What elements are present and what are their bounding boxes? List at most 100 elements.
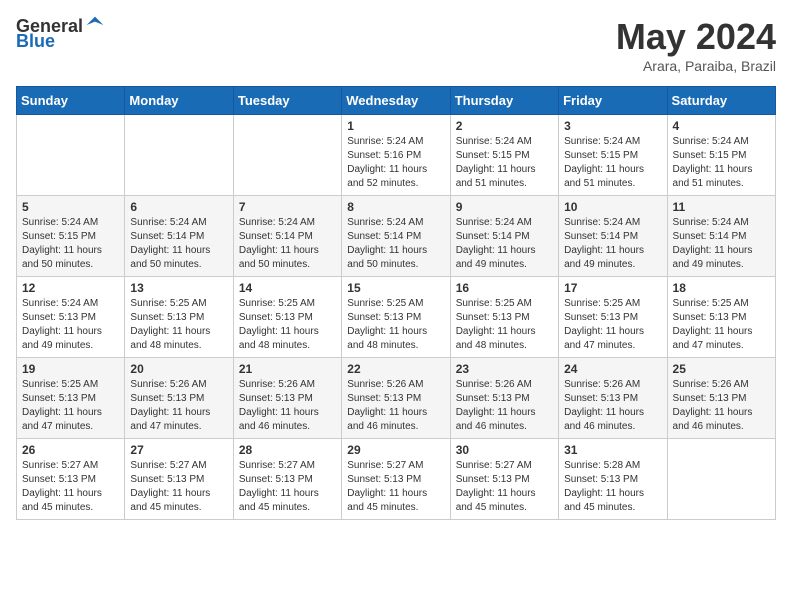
calendar-cell: 30 Sunrise: 5:27 AM Sunset: 5:13 PM Dayli… xyxy=(450,439,558,520)
month-title: May 2024 xyxy=(616,16,776,58)
calendar-cell: 22Sunrise: 5:26 AM Sunset: 5:13 PM Dayli… xyxy=(342,358,450,439)
day-number: 6 xyxy=(130,200,227,214)
calendar-cell: 18 Sunrise: 5:25 AM Sunset: 5:13 PM Dayli… xyxy=(667,277,775,358)
day-number: 30 xyxy=(456,443,553,457)
day-info: Sunrise: 5:27 AM Sunset: 5:13 PM Dayligh… xyxy=(239,459,336,515)
day-info: Sunrise: 5:24 AM Sunset: 5:15 PM Dayligh… xyxy=(456,135,553,191)
day-info: Sunrise: 5:28 AM Sunset: 5:13 PM Dayligh… xyxy=(564,459,661,515)
day-number: 9 xyxy=(456,200,553,214)
day-info: Sunrise: 5:26 AM Sunset: 5:13 PM Dayligh… xyxy=(239,378,336,434)
logo-blue: Blue xyxy=(16,31,55,52)
day-number: 11 xyxy=(673,200,770,214)
day-number: 7 xyxy=(239,200,336,214)
title-block: May 2024 Arara, Paraiba, Brazil xyxy=(616,16,776,74)
calendar-day-header: Thursday xyxy=(450,87,558,115)
day-number: 13 xyxy=(130,281,227,295)
calendar-cell: 7 Sunrise: 5:24 AM Sunset: 5:14 PM Daylig… xyxy=(233,196,341,277)
day-info: Sunrise: 5:27 AM Sunset: 5:13 PM Dayligh… xyxy=(456,459,553,515)
day-info: Sunrise: 5:25 AM Sunset: 5:13 PM Dayligh… xyxy=(22,378,119,434)
day-info: Sunrise: 5:24 AM Sunset: 5:15 PM Dayligh… xyxy=(673,135,770,191)
day-info: Sunrise: 5:24 AM Sunset: 5:14 PM Dayligh… xyxy=(564,216,661,272)
calendar-cell xyxy=(233,115,341,196)
day-info: Sunrise: 5:24 AM Sunset: 5:13 PM Dayligh… xyxy=(22,297,119,353)
calendar-cell: 25Sunrise: 5:26 AM Sunset: 5:13 PM Dayli… xyxy=(667,358,775,439)
calendar-cell: 6Sunrise: 5:24 AM Sunset: 5:14 PM Daylig… xyxy=(125,196,233,277)
logo-icon xyxy=(85,15,105,35)
calendar-cell: 17 Sunrise: 5:25 AM Sunset: 5:13 PM Dayli… xyxy=(559,277,667,358)
calendar-cell: 3 Sunrise: 5:24 AM Sunset: 5:15 PM Daylig… xyxy=(559,115,667,196)
day-info: Sunrise: 5:26 AM Sunset: 5:13 PM Dayligh… xyxy=(673,378,770,434)
day-number: 12 xyxy=(22,281,119,295)
calendar-day-header: Monday xyxy=(125,87,233,115)
day-number: 4 xyxy=(673,119,770,133)
calendar-cell: 4 Sunrise: 5:24 AM Sunset: 5:15 PM Daylig… xyxy=(667,115,775,196)
day-info: Sunrise: 5:25 AM Sunset: 5:13 PM Dayligh… xyxy=(239,297,336,353)
calendar-header-row: SundayMondayTuesdayWednesdayThursdayFrid… xyxy=(17,87,776,115)
calendar-cell: 14 Sunrise: 5:25 AM Sunset: 5:13 PM Dayli… xyxy=(233,277,341,358)
day-number: 27 xyxy=(130,443,227,457)
day-info: Sunrise: 5:24 AM Sunset: 5:14 PM Dayligh… xyxy=(673,216,770,272)
day-number: 3 xyxy=(564,119,661,133)
day-info: Sunrise: 5:26 AM Sunset: 5:13 PM Dayligh… xyxy=(130,378,227,434)
calendar-day-header: Saturday xyxy=(667,87,775,115)
day-number: 31 xyxy=(564,443,661,457)
day-number: 24 xyxy=(564,362,661,376)
calendar-week-row: 1 Sunrise: 5:24 AM Sunset: 5:16 PM Daylig… xyxy=(17,115,776,196)
day-info: Sunrise: 5:27 AM Sunset: 5:13 PM Dayligh… xyxy=(22,459,119,515)
day-number: 19 xyxy=(22,362,119,376)
day-number: 1 xyxy=(347,119,444,133)
day-info: Sunrise: 5:25 AM Sunset: 5:13 PM Dayligh… xyxy=(673,297,770,353)
calendar-table: SundayMondayTuesdayWednesdayThursdayFrid… xyxy=(16,86,776,520)
day-number: 10 xyxy=(564,200,661,214)
day-info: Sunrise: 5:25 AM Sunset: 5:13 PM Dayligh… xyxy=(130,297,227,353)
day-info: Sunrise: 5:24 AM Sunset: 5:15 PM Dayligh… xyxy=(564,135,661,191)
calendar-week-row: 19 Sunrise: 5:25 AM Sunset: 5:13 PM Dayli… xyxy=(17,358,776,439)
day-info: Sunrise: 5:25 AM Sunset: 5:13 PM Dayligh… xyxy=(456,297,553,353)
day-number: 17 xyxy=(564,281,661,295)
calendar-cell: 29Sunrise: 5:27 AM Sunset: 5:13 PM Dayli… xyxy=(342,439,450,520)
calendar-cell: 27 Sunrise: 5:27 AM Sunset: 5:13 PM Dayli… xyxy=(125,439,233,520)
calendar-cell xyxy=(17,115,125,196)
day-info: Sunrise: 5:24 AM Sunset: 5:16 PM Dayligh… xyxy=(347,135,444,191)
day-number: 18 xyxy=(673,281,770,295)
calendar-cell: 28 Sunrise: 5:27 AM Sunset: 5:13 PM Dayli… xyxy=(233,439,341,520)
day-number: 28 xyxy=(239,443,336,457)
calendar-cell: 9Sunrise: 5:24 AM Sunset: 5:14 PM Daylig… xyxy=(450,196,558,277)
day-number: 14 xyxy=(239,281,336,295)
day-info: Sunrise: 5:27 AM Sunset: 5:13 PM Dayligh… xyxy=(130,459,227,515)
page-header: General Blue May 2024 Arara, Paraiba, Br… xyxy=(16,16,776,74)
day-number: 2 xyxy=(456,119,553,133)
calendar-week-row: 5Sunrise: 5:24 AM Sunset: 5:15 PM Daylig… xyxy=(17,196,776,277)
calendar-cell: 24Sunrise: 5:26 AM Sunset: 5:13 PM Dayli… xyxy=(559,358,667,439)
day-number: 29 xyxy=(347,443,444,457)
day-number: 16 xyxy=(456,281,553,295)
calendar-day-header: Tuesday xyxy=(233,87,341,115)
day-number: 22 xyxy=(347,362,444,376)
calendar-cell: 12 Sunrise: 5:24 AM Sunset: 5:13 PM Dayli… xyxy=(17,277,125,358)
calendar-cell: 19 Sunrise: 5:25 AM Sunset: 5:13 PM Dayli… xyxy=(17,358,125,439)
day-info: Sunrise: 5:24 AM Sunset: 5:14 PM Dayligh… xyxy=(347,216,444,272)
day-number: 20 xyxy=(130,362,227,376)
calendar-cell: 10 Sunrise: 5:24 AM Sunset: 5:14 PM Dayli… xyxy=(559,196,667,277)
calendar-cell: 5Sunrise: 5:24 AM Sunset: 5:15 PM Daylig… xyxy=(17,196,125,277)
day-number: 26 xyxy=(22,443,119,457)
calendar-cell: 11 Sunrise: 5:24 AM Sunset: 5:14 PM Dayli… xyxy=(667,196,775,277)
calendar-cell xyxy=(667,439,775,520)
day-number: 21 xyxy=(239,362,336,376)
calendar-cell: 16 Sunrise: 5:25 AM Sunset: 5:13 PM Dayli… xyxy=(450,277,558,358)
calendar-day-header: Friday xyxy=(559,87,667,115)
calendar-cell: 20 Sunrise: 5:26 AM Sunset: 5:13 PM Dayli… xyxy=(125,358,233,439)
day-info: Sunrise: 5:24 AM Sunset: 5:14 PM Dayligh… xyxy=(239,216,336,272)
calendar-cell: 23Sunrise: 5:26 AM Sunset: 5:13 PM Dayli… xyxy=(450,358,558,439)
calendar-day-header: Sunday xyxy=(17,87,125,115)
logo: General Blue xyxy=(16,16,105,52)
location-subtitle: Arara, Paraiba, Brazil xyxy=(616,58,776,74)
calendar-week-row: 12 Sunrise: 5:24 AM Sunset: 5:13 PM Dayli… xyxy=(17,277,776,358)
day-number: 8 xyxy=(347,200,444,214)
calendar-day-header: Wednesday xyxy=(342,87,450,115)
calendar-cell: 26 Sunrise: 5:27 AM Sunset: 5:13 PM Dayli… xyxy=(17,439,125,520)
calendar-cell: 8 Sunrise: 5:24 AM Sunset: 5:14 PM Daylig… xyxy=(342,196,450,277)
calendar-cell: 31 Sunrise: 5:28 AM Sunset: 5:13 PM Dayli… xyxy=(559,439,667,520)
day-info: Sunrise: 5:24 AM Sunset: 5:15 PM Dayligh… xyxy=(22,216,119,272)
day-info: Sunrise: 5:25 AM Sunset: 5:13 PM Dayligh… xyxy=(564,297,661,353)
